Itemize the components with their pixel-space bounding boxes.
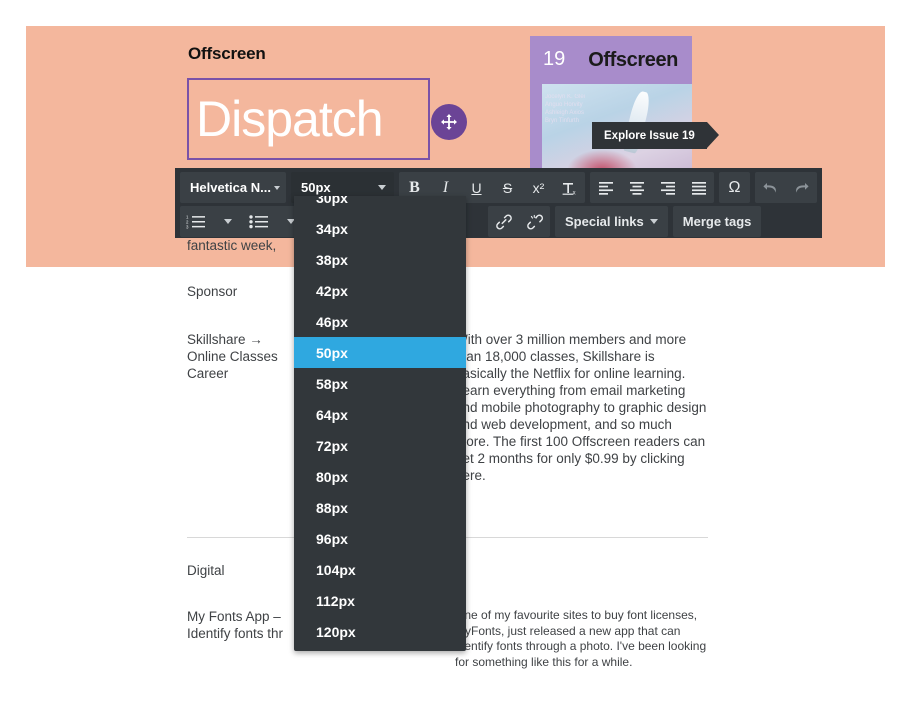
align-center-icon[interactable] — [621, 172, 652, 203]
font-size-option[interactable]: 112px — [294, 585, 466, 616]
font-size-option[interactable]: 104px — [294, 554, 466, 585]
font-size-option[interactable]: 72px — [294, 430, 466, 461]
font-size-option[interactable]: 88px — [294, 492, 466, 523]
myfonts-link-text[interactable]: My Fonts App – Identify fonts thr — [187, 608, 297, 642]
font-size-value: 50px — [301, 180, 331, 195]
align-left-icon[interactable] — [590, 172, 621, 203]
cover-contributors: Jocelyn K. Glei Anguo Horvity Ashleigh A… — [545, 94, 586, 124]
font-size-option[interactable]: 46px — [294, 306, 466, 337]
font-size-option[interactable]: 64px — [294, 399, 466, 430]
section-label-digital: Digital — [187, 563, 225, 578]
font-size-option[interactable]: 50px — [294, 337, 466, 368]
font-size-dropdown-menu[interactable]: 30px 34px 38px 42px 46px 50px 58px 64px 72px 80px… — [294, 196, 466, 651]
move-icon[interactable] — [431, 104, 467, 140]
merge-tags-button[interactable]: Merge tags — [673, 206, 762, 237]
font-size-option[interactable]: 30px — [294, 196, 466, 213]
font-size-option[interactable]: 96px — [294, 523, 466, 554]
history-group — [755, 172, 817, 203]
chevron-down-icon — [649, 219, 658, 224]
link-group — [488, 206, 550, 237]
font-family-select[interactable]: Helvetica N... — [180, 172, 286, 203]
font-size-option[interactable]: 80px — [294, 461, 466, 492]
special-character-group: Ω — [719, 172, 750, 203]
toolbar-row-1: Helvetica N... 50px B I U S x² x Ω — [180, 172, 817, 203]
font-size-option-list: 30px 34px 38px 42px 46px 50px 58px 64px 72px 80px… — [294, 196, 466, 647]
align-right-icon[interactable] — [652, 172, 683, 203]
font-size-option[interactable]: 120px — [294, 616, 466, 647]
masthead-label: Offscreen — [188, 44, 266, 63]
unordered-list-icon[interactable] — [243, 206, 275, 237]
special-links-label: Special links — [565, 214, 644, 229]
magazine-cover-image[interactable]: 19 Offscreen Jocelyn K. Glei Anguo Horvi… — [530, 36, 692, 175]
svg-text:3: 3 — [186, 224, 189, 229]
section-label-sponsor: Sponsor — [187, 284, 238, 299]
list-group: 1 2 3 — [180, 206, 306, 237]
chevron-down-icon — [273, 185, 280, 190]
rich-text-toolbar: Helvetica N... 50px B I U S x² x Ω 1 2 3… — [175, 168, 822, 238]
font-size-option[interactable]: 58px — [294, 368, 466, 399]
font-size-option[interactable]: 34px — [294, 213, 466, 244]
clear-formatting-icon[interactable]: x — [554, 172, 585, 203]
sponsor-description: With over 3 million members and more tha… — [455, 332, 707, 483]
insert-link-icon[interactable] — [488, 206, 519, 237]
unlink-icon[interactable] — [519, 206, 550, 237]
ordered-list-chevron-down-icon[interactable] — [212, 206, 243, 237]
myfonts-description: One of my favourite sites to buy font li… — [455, 608, 707, 669]
undo-icon[interactable] — [755, 172, 786, 203]
strikethrough-button[interactable]: S — [492, 172, 523, 203]
special-links-button[interactable]: Special links — [555, 206, 668, 237]
align-justify-icon[interactable] — [683, 172, 714, 203]
superscript-button[interactable]: x² — [523, 172, 554, 203]
alignment-group — [590, 172, 714, 203]
font-size-option[interactable]: 42px — [294, 275, 466, 306]
font-family-value: Helvetica N... — [190, 180, 271, 195]
sponsor-link-text[interactable]: Skillshare → Online Classes Career — [187, 331, 297, 382]
explore-issue-tooltip[interactable]: Explore Issue 19 — [592, 122, 719, 149]
cover-title: Offscreen — [588, 49, 678, 71]
headline-text[interactable]: Dispatch — [196, 88, 384, 150]
toolbar-row-2: 1 2 3 Special links Merge tags — [180, 206, 817, 237]
omega-icon[interactable]: Ω — [719, 172, 750, 203]
chevron-down-icon — [378, 185, 386, 190]
app-screenshot: Offscreen Dispatch 19 Offscreen Jocelyn … — [0, 0, 911, 717]
ordered-list-icon[interactable]: 1 2 3 — [180, 206, 212, 237]
greeting-text: fantastic week, — [187, 238, 277, 253]
redo-icon[interactable] — [786, 172, 817, 203]
svg-text:x: x — [573, 190, 576, 196]
merge-tags-group: Merge tags — [672, 206, 762, 237]
special-links-group: Special links — [555, 206, 668, 237]
font-size-option[interactable]: 38px — [294, 244, 466, 275]
cover-issue-number: 19 — [543, 48, 566, 70]
